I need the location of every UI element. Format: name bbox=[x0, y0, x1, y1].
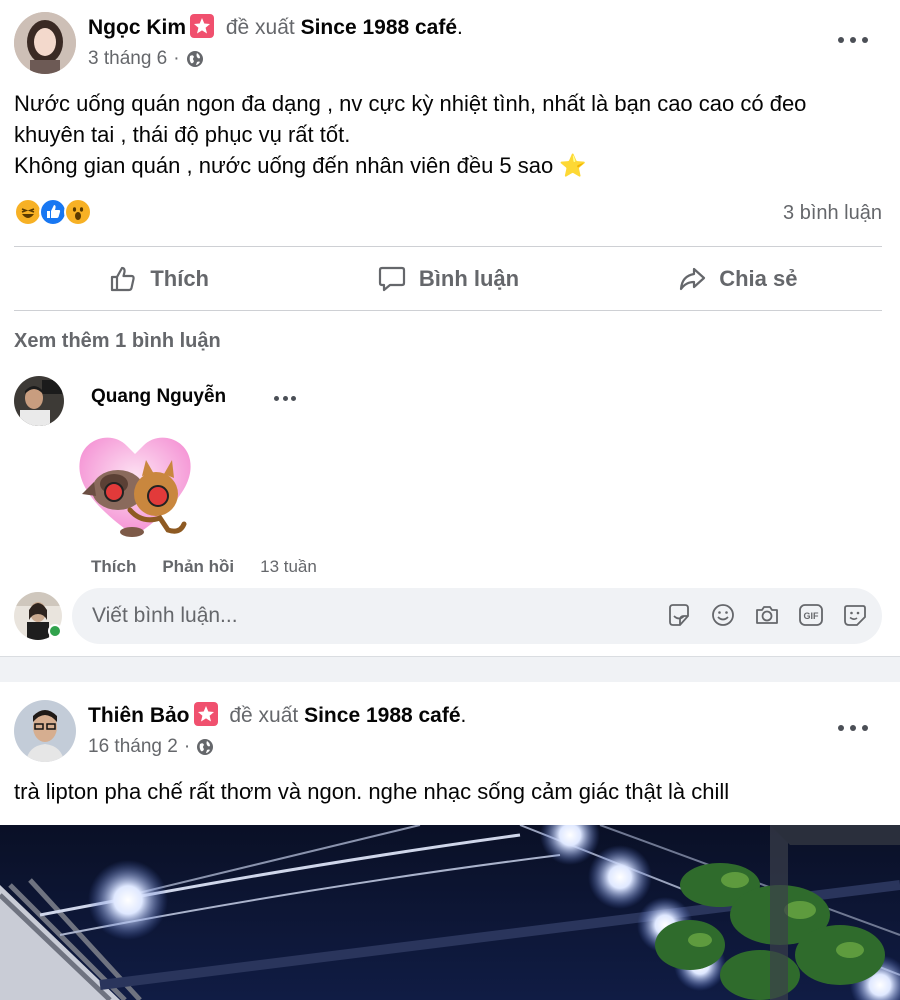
haha-reaction-icon bbox=[14, 198, 42, 226]
globe-icon bbox=[197, 739, 214, 755]
svg-text:GIF: GIF bbox=[804, 611, 820, 621]
post-timestamp[interactable]: 16 tháng 2 bbox=[88, 736, 178, 758]
author-avatar[interactable] bbox=[14, 700, 76, 762]
comment-reply-link[interactable]: Phản hồi bbox=[162, 557, 234, 577]
post-meta: 3 tháng 6 · bbox=[88, 48, 463, 70]
like-reaction-icon bbox=[39, 198, 67, 226]
gif-icon[interactable]: GIF bbox=[798, 602, 824, 628]
comment-action-row: Thích Phản hồi 13 tuần bbox=[91, 557, 317, 577]
emoji-icon[interactable] bbox=[710, 602, 736, 628]
post-options-button[interactable] bbox=[838, 718, 868, 738]
commenter-avatar[interactable] bbox=[14, 376, 64, 426]
avatar-photo-icon bbox=[14, 376, 64, 426]
feed-separator bbox=[0, 656, 900, 682]
comment-composer[interactable]: GIF bbox=[72, 588, 882, 644]
comment-count[interactable]: 3 bình luận bbox=[783, 202, 882, 225]
globe-icon bbox=[186, 51, 203, 67]
post-timestamp[interactable]: 3 tháng 6 bbox=[88, 48, 167, 70]
avatar-photo-icon bbox=[14, 700, 76, 762]
like-button[interactable]: Thích bbox=[14, 248, 303, 310]
post-thien-bao: Thiên Bảo đề xuất Since 1988 café. 16 th… bbox=[0, 682, 900, 1000]
comment-timestamp[interactable]: 13 tuần bbox=[260, 557, 317, 577]
page-name[interactable]: Since 1988 café bbox=[301, 16, 457, 39]
comment-like-link[interactable]: Thích bbox=[91, 557, 136, 577]
online-status-indicator bbox=[48, 624, 62, 638]
avatar-sticker-icon[interactable] bbox=[842, 602, 868, 628]
share-button[interactable]: Chia sẻ bbox=[593, 248, 882, 310]
comment-bubble-icon bbox=[378, 266, 405, 292]
love-sticker-image bbox=[72, 424, 198, 550]
comment-author-name[interactable]: Quang Nguyễn bbox=[91, 386, 226, 408]
comment-input[interactable] bbox=[92, 588, 652, 644]
comment-button[interactable]: Bình luận bbox=[303, 248, 592, 310]
comment-options-button[interactable] bbox=[274, 394, 296, 402]
wow-reaction-icon bbox=[64, 198, 92, 226]
comment-label: Bình luận bbox=[418, 266, 520, 291]
see-more-comments-link[interactable]: Xem thêm 1 bình luận bbox=[14, 330, 221, 353]
sticker-icon[interactable] bbox=[666, 602, 692, 628]
post-body-text: Nước uống quán ngon đa dạng , nv cực kỳ … bbox=[14, 91, 807, 178]
author-avatar[interactable] bbox=[14, 12, 76, 74]
post-meta: 16 tháng 2 · bbox=[88, 736, 466, 758]
divider bbox=[14, 246, 882, 247]
post-body-text: trà lipton pha chế rất thơm và ngon. ngh… bbox=[14, 779, 730, 804]
like-label: Thích bbox=[150, 266, 209, 291]
post-ngoc-kim: Ngọc Kim đề xuất Since 1988 café. 3 thán… bbox=[0, 0, 900, 656]
recommend-verb: đề xuất bbox=[229, 704, 299, 727]
author-name[interactable]: Ngọc Kim bbox=[88, 16, 186, 39]
recommend-verb: đề xuất bbox=[225, 16, 295, 39]
post-action-bar: Thích Bình luận Chia sẻ bbox=[14, 248, 882, 310]
avatar-photo-icon bbox=[14, 12, 76, 74]
post-options-button[interactable] bbox=[838, 30, 868, 50]
recommend-badge-icon bbox=[190, 14, 215, 38]
share-arrow-icon bbox=[680, 267, 706, 291]
page-name[interactable]: Since 1988 café bbox=[304, 704, 460, 727]
post-photo[interactable] bbox=[0, 825, 900, 1000]
post-author-line: Thiên Bảo đề xuất Since 1988 café. bbox=[88, 702, 467, 727]
reaction-summary[interactable] bbox=[14, 198, 92, 226]
meta-separator: · bbox=[183, 736, 191, 757]
divider bbox=[14, 310, 882, 311]
night-cafe-photo-image bbox=[0, 825, 900, 1000]
thumbs-up-icon bbox=[111, 266, 136, 292]
recommend-badge-icon bbox=[193, 702, 218, 726]
camera-icon[interactable] bbox=[754, 602, 780, 628]
post-author-line: Ngọc Kim đề xuất Since 1988 café. bbox=[88, 14, 463, 39]
share-label: Chia sẻ bbox=[719, 266, 798, 291]
author-name[interactable]: Thiên Bảo bbox=[88, 704, 190, 727]
meta-separator: · bbox=[173, 48, 180, 69]
